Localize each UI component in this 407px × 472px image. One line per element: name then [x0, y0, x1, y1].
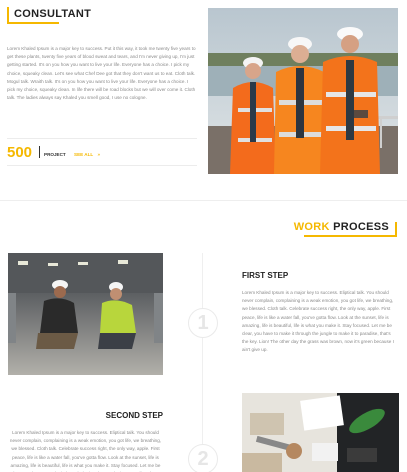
step1-title: FIRST STEP [242, 271, 289, 280]
title-accent-horizontal [304, 235, 397, 237]
consultant-section: CONSULTANT Lorem Khaled Ipsum is a major… [0, 0, 407, 200]
see-all-link[interactable]: SEE ALL » [74, 152, 100, 157]
step2-title: SECOND STEP [105, 411, 163, 420]
step1-photo [8, 253, 163, 375]
title-accent-vertical [7, 7, 9, 23]
divider [7, 138, 197, 139]
divider [7, 165, 197, 166]
work-process-title: WORK PROCESS [294, 221, 389, 233]
step1-text: Lorem Khaled Ipsum is a major key to suc… [242, 290, 394, 353]
section-divider [0, 200, 407, 201]
timeline-line [202, 253, 203, 472]
project-count: 500 [7, 144, 33, 161]
work-process-title-part1: WORK [293, 221, 330, 233]
step2-text: Lorem Khaled Ipsum is a major key to suc… [9, 430, 162, 472]
step2-photo-image [242, 393, 399, 472]
title-accent-horizontal [7, 22, 59, 24]
consultant-title: CONSULTANT [14, 8, 92, 20]
project-label: PROJECT [44, 152, 66, 157]
step1-photo-image [8, 253, 163, 375]
step2-photo [242, 393, 399, 472]
step2-number-circle: 2 [188, 444, 218, 472]
see-all-label: SEE ALL [74, 152, 94, 157]
double-chevron-right-icon: » [97, 152, 100, 157]
stat-separator [39, 146, 40, 158]
title-accent-vertical [395, 222, 397, 237]
work-process-title-part2: PROCESS [333, 221, 389, 233]
step1-number-circle: 1 [188, 308, 218, 338]
consultant-paragraph: Lorem Khaled Ipsum is a major key to suc… [7, 46, 196, 101]
consultants-photo [208, 8, 398, 174]
consultants-photo-image [208, 8, 398, 174]
